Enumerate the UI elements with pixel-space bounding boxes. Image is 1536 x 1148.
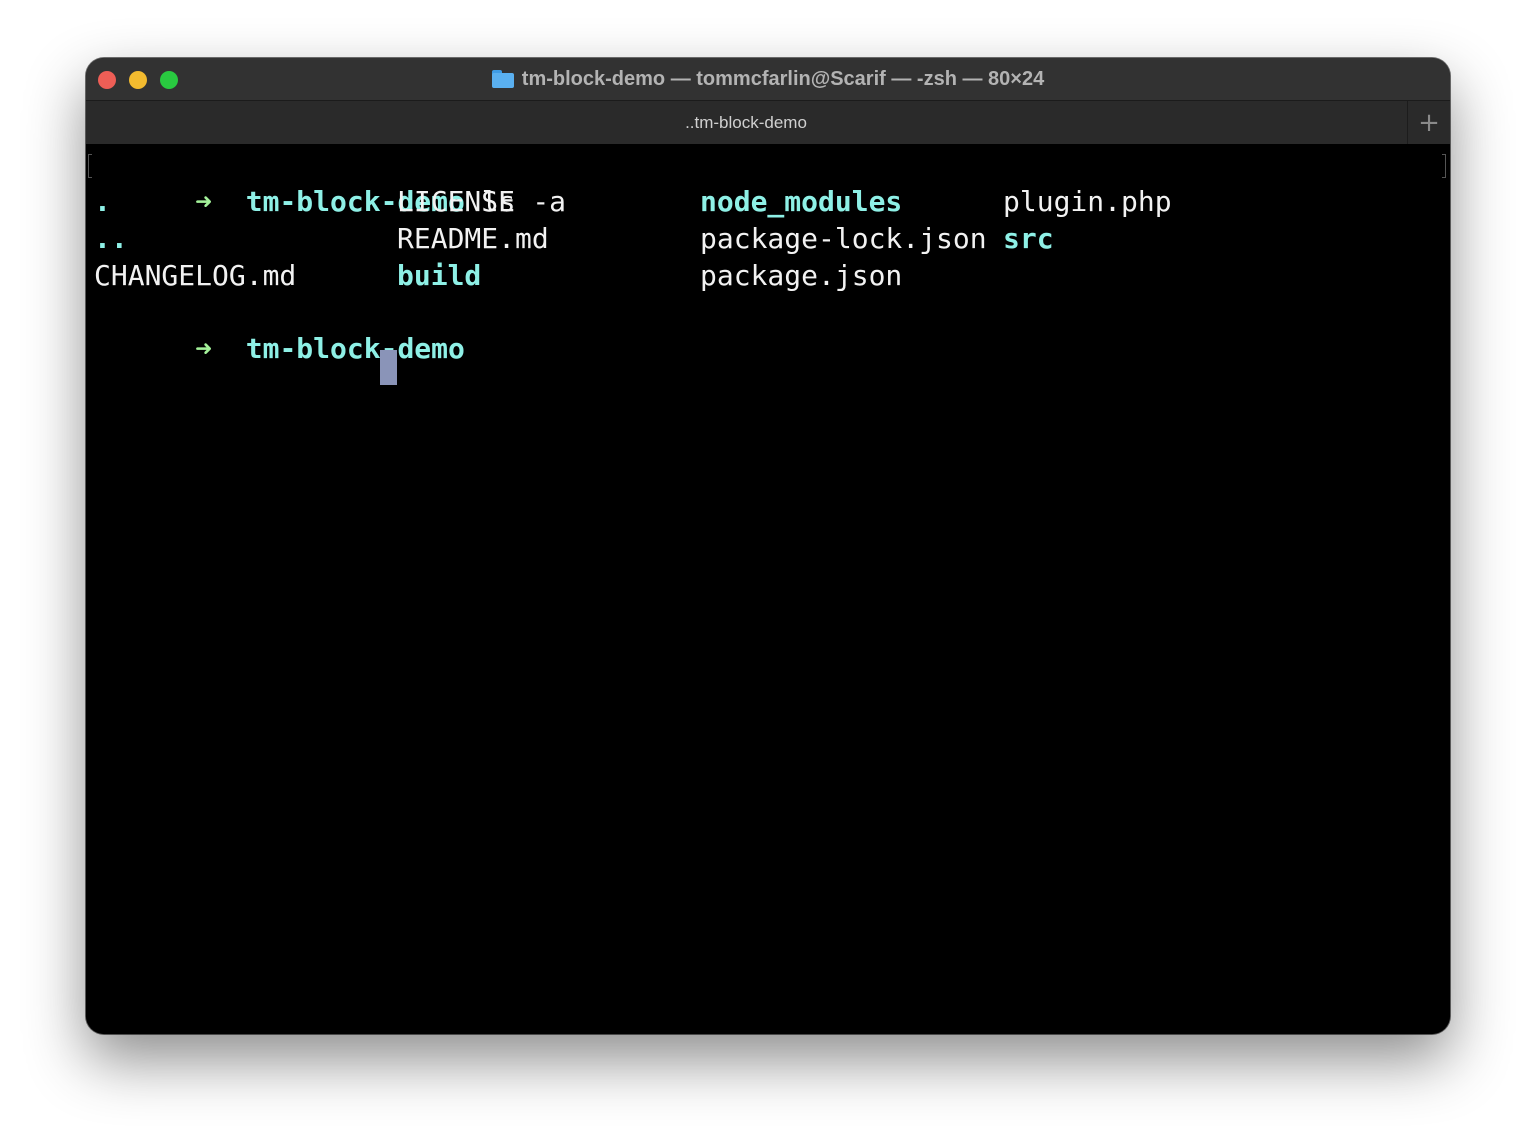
listing-row: CHANGELOG.md build package.json <box>94 257 1394 294</box>
window-title-area: tm-block-demo — tommcfarlin@Scarif — -zs… <box>86 58 1450 100</box>
command-line: ➜ tm-block-demo ls -a <box>94 146 566 218</box>
terminal-content[interactable]: ➜ tm-block-demo ls -a . LICENSE node_mod… <box>86 144 1450 1034</box>
tab-bar: ..tm-block-demo + <box>86 100 1450 145</box>
listing-item: CHANGELOG.md <box>94 259 297 292</box>
mark-bracket-right <box>1442 154 1446 178</box>
listing-item: LICENSE <box>397 185 516 218</box>
new-tab-button[interactable]: + <box>1407 101 1450 145</box>
prompt-line: ➜ tm-block-demo <box>94 293 465 365</box>
listing-item: . <box>94 185 111 218</box>
listing-item: plugin.php <box>1003 185 1172 218</box>
listing-item: .. <box>94 222 128 255</box>
listing-item: src <box>1003 222 1054 255</box>
listing-item: node_modules <box>700 185 903 218</box>
title-bar[interactable]: tm-block-demo — tommcfarlin@Scarif — -zs… <box>86 58 1450 100</box>
prompt-arrow-icon: ➜ <box>195 332 213 365</box>
listing-row: .. README.md package-lock.json src <box>94 220 1394 257</box>
mark-bracket-left <box>88 154 92 178</box>
listing-item: package-lock.json <box>700 222 987 255</box>
plus-icon: + <box>1418 108 1440 138</box>
listing-row: . LICENSE node_modules plugin.php <box>94 183 1394 220</box>
listing-item: build <box>397 259 482 292</box>
tab-tm-block-demo[interactable]: ..tm-block-demo <box>86 101 1406 145</box>
tab-label: ..tm-block-demo <box>685 113 807 132</box>
window-title: tm-block-demo — tommcfarlin@Scarif — -zs… <box>521 67 1045 90</box>
terminal-window: tm-block-demo — tommcfarlin@Scarif — -zs… <box>86 58 1450 1034</box>
text-cursor <box>380 350 397 385</box>
listing-item: package.json <box>700 259 903 292</box>
listing-item: README.md <box>397 222 549 255</box>
folder-icon <box>491 70 514 88</box>
prompt-directory: tm-block-demo <box>245 332 465 365</box>
